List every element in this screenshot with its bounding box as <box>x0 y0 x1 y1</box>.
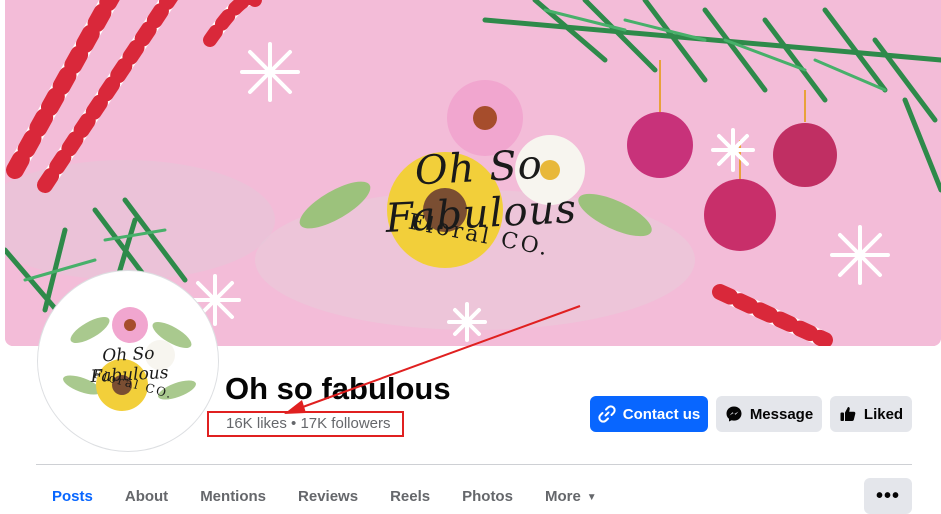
header-divider <box>36 464 912 465</box>
tab-mentions[interactable]: Mentions <box>184 478 282 509</box>
liked-label: Liked <box>863 405 904 423</box>
profile-picture[interactable]: Oh So Fabulous Floral CO. <box>38 271 218 451</box>
cover-logo: Oh So Fabulous Floral CO. <box>333 137 627 262</box>
page-title: Oh so fabulous <box>225 371 451 406</box>
tab-reels[interactable]: Reels <box>374 478 446 509</box>
messenger-icon <box>725 405 743 423</box>
liked-button[interactable]: Liked <box>830 396 912 432</box>
message-button[interactable]: Message <box>716 396 822 432</box>
contact-us-button[interactable]: Contact us <box>590 396 708 432</box>
tab-more-label: More <box>544 488 581 505</box>
page-stats[interactable]: 16K likes • 17K followers <box>226 415 391 432</box>
caret-down-icon: ▼ <box>586 492 597 503</box>
contact-us-label: Contact us <box>622 405 701 423</box>
tab-photos[interactable]: Photos <box>446 478 529 509</box>
tab-reviews[interactable]: Reviews <box>282 478 374 509</box>
link-icon <box>598 405 616 423</box>
tab-more[interactable]: More ▼ <box>529 478 613 509</box>
tab-about[interactable]: About <box>109 478 184 509</box>
message-label: Message <box>749 405 814 423</box>
page-stats-highlight: 16K likes • 17K followers <box>207 411 404 437</box>
tab-posts[interactable]: Posts <box>36 478 109 509</box>
page-tabs: Posts About Mentions Reviews Reels Photo… <box>36 478 613 509</box>
thumbs-up-icon <box>839 405 857 423</box>
